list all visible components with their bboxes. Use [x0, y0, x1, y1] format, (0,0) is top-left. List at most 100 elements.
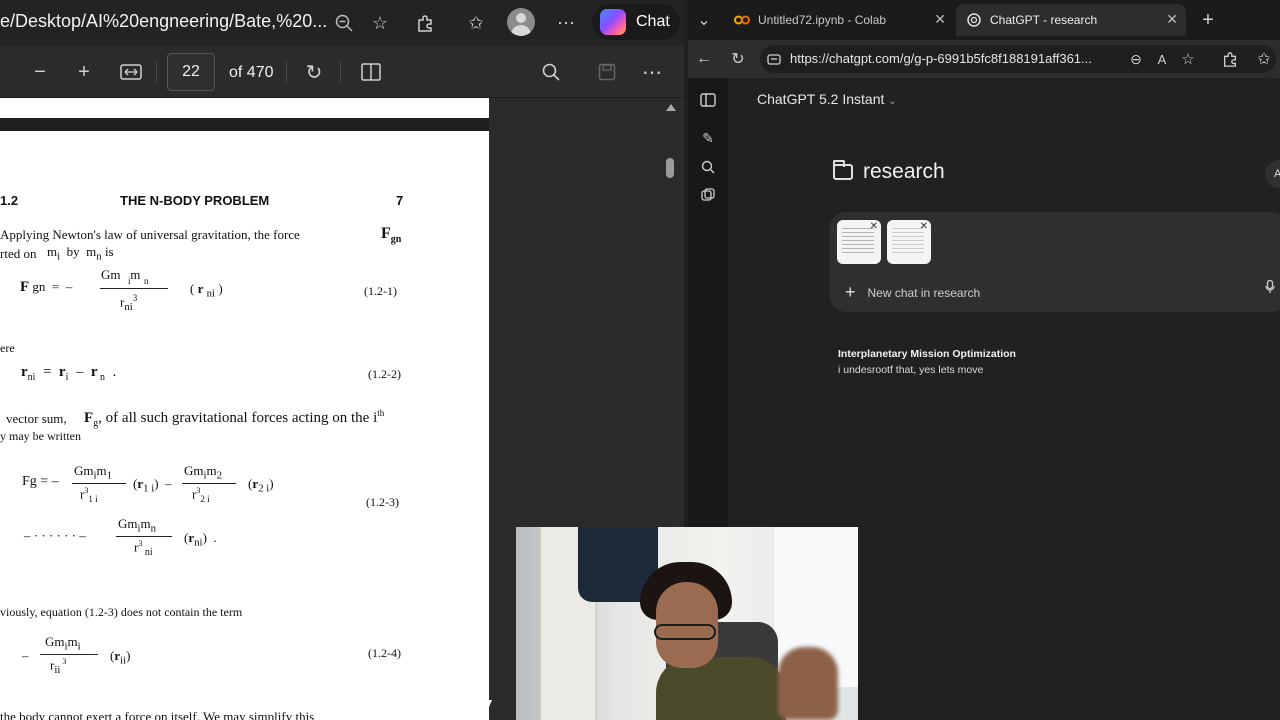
previous-page-bottom: [0, 98, 489, 118]
url-text[interactable]: https://chatgpt.com/g/g-p-6991b5fc8f1881…: [790, 51, 1092, 66]
math: Fg, of all such gravitational forces act…: [84, 408, 385, 429]
equation-label: (1.2-1): [364, 284, 397, 298]
math: i n: [128, 276, 149, 286]
tab-strip: ⌄ Untitled72.ipynb - Colab ✕ ChatGPT - r…: [688, 0, 1280, 40]
model-selector[interactable]: ChatGPT 5.2 Instant ⌄: [757, 91, 897, 107]
address-text[interactable]: e/Desktop/AI%20engneering/Bate,%20...: [0, 11, 327, 32]
project-composer[interactable]: ✕ ✕ + New chat in research: [829, 212, 1280, 312]
tab-chatgpt[interactable]: ChatGPT - research ✕: [956, 4, 1186, 36]
text-line: vector sum,: [6, 411, 67, 426]
math: r32 i: [192, 486, 210, 504]
navigation-bar: ← ↻ https://chatgpt.com/g/g-p-6991b5fc8f…: [688, 40, 1280, 78]
microphone-icon[interactable]: [1265, 279, 1275, 297]
reload-icon[interactable]: ↻: [728, 49, 748, 69]
math: – · · · · · · –: [24, 528, 86, 543]
scroll-up-arrow-icon[interactable]: [666, 104, 676, 111]
math: rii 3: [50, 657, 67, 676]
attachment-thumbnail[interactable]: ✕: [887, 220, 931, 264]
new-tab-icon[interactable]: +: [1198, 9, 1218, 31]
equation-1: F gn = –: [20, 279, 73, 295]
read-aloud-icon[interactable]: A: [1152, 49, 1172, 69]
math: Gmim1: [74, 463, 113, 482]
pdf-toolbar: − + 22 of 470 ↻ ⋯: [0, 46, 684, 98]
webcam-overlay: [516, 527, 858, 720]
colab-icon: [734, 12, 750, 28]
remove-attachment-icon[interactable]: ✕: [870, 221, 878, 232]
tab-list-chevron-icon[interactable]: ⌄: [694, 10, 714, 30]
page-number-input[interactable]: 22: [167, 53, 215, 91]
math: (r1 i) –: [133, 476, 172, 495]
copilot-chat-button[interactable]: Chat: [592, 4, 680, 40]
favorites-list-icon[interactable]: ✩: [462, 9, 490, 37]
math: mi by mn is: [47, 244, 114, 263]
page-view-icon[interactable]: [357, 58, 385, 86]
extensions-icon[interactable]: [411, 9, 439, 37]
profile-avatar[interactable]: [507, 8, 535, 36]
equation-label: (1.2-2): [368, 367, 401, 381]
equation-label: (1.2-4): [368, 646, 401, 660]
site-info-icon[interactable]: [764, 49, 784, 69]
search-icon[interactable]: [537, 58, 565, 86]
section-number: 1.2: [0, 193, 19, 208]
remove-attachment-icon[interactable]: ✕: [920, 221, 928, 232]
math: (r2 i): [248, 476, 274, 495]
library-icon[interactable]: [698, 185, 718, 205]
math: r3 ni: [134, 539, 153, 558]
running-head: THE N-BODY PROBLEM: [120, 193, 270, 208]
plus-icon[interactable]: +: [845, 282, 856, 303]
zoom-out-icon[interactable]: −: [26, 58, 54, 86]
zoom-icon[interactable]: [330, 9, 358, 37]
math: ( r ni ): [190, 281, 223, 300]
save-icon[interactable]: [593, 58, 621, 86]
equation-3: Fg = –: [22, 474, 59, 489]
fit-width-icon[interactable]: [117, 58, 145, 86]
favorite-star-icon[interactable]: ☆: [1178, 49, 1198, 69]
new-chat-input[interactable]: + New chat in research: [845, 282, 980, 303]
chatgpt-icon: [966, 12, 982, 28]
page-count: of 470: [229, 64, 274, 81]
share-button[interactable]: A: [1265, 160, 1280, 188]
address-bar: e/Desktop/AI%20engneering/Bate,%20... ☆ …: [0, 0, 684, 46]
search-icon[interactable]: [698, 157, 718, 177]
pdf-page: 1.2 THE N-BODY PROBLEM 7 Applying Newton…: [0, 131, 489, 720]
rotate-icon[interactable]: ↻: [300, 58, 328, 86]
folder-icon: [833, 160, 853, 180]
mouse-cursor: [486, 700, 492, 714]
favorites-list-icon[interactable]: ✩: [1254, 49, 1274, 69]
math: (rii): [110, 648, 131, 667]
project-title: research: [833, 160, 945, 184]
text-line: viously, equation (1.2-3) does not conta…: [0, 605, 243, 619]
text-line: the body cannot exert a force on itself.…: [0, 709, 315, 720]
math: (rni) .: [184, 530, 217, 549]
sidebar-toggle-icon[interactable]: [698, 90, 718, 110]
text-line: ere: [0, 341, 15, 355]
tab-label: Untitled72.ipynb - Colab: [758, 13, 887, 27]
page-number: 7: [396, 193, 404, 208]
zoom-icon[interactable]: ⊖: [1126, 49, 1146, 69]
scroll-thumb[interactable]: [666, 158, 674, 178]
tab-label: ChatGPT - research: [990, 13, 1098, 27]
copilot-icon: [600, 9, 626, 35]
extensions-icon[interactable]: [1220, 49, 1240, 69]
close-icon[interactable]: ✕: [1166, 11, 1178, 28]
equation-2: rni = ri – r n .: [21, 364, 117, 383]
close-icon[interactable]: ✕: [934, 11, 946, 28]
chat-item-preview[interactable]: i undesrootf that, yes lets move: [838, 364, 983, 376]
attachment-thumbnail[interactable]: ✕: [837, 220, 881, 264]
math: r31 i: [80, 486, 98, 504]
back-arrow-icon[interactable]: ←: [694, 49, 714, 69]
copilot-label: Chat: [636, 13, 670, 30]
equation-4: –: [22, 648, 29, 663]
new-chat-icon[interactable]: ✎: [698, 128, 718, 148]
tab-colab[interactable]: Untitled72.ipynb - Colab ✕: [724, 4, 954, 36]
math: rni3: [120, 293, 138, 313]
math: Gmim2: [184, 463, 223, 482]
chat-item-title[interactable]: Interplanetary Mission Optimization: [838, 348, 1016, 360]
url-bar[interactable]: https://chatgpt.com/g/g-p-6991b5fc8f1881…: [760, 45, 1276, 73]
more-menu-icon[interactable]: ⋯: [552, 9, 580, 37]
zoom-in-icon[interactable]: +: [70, 58, 98, 86]
equation-label: (1.2-3): [366, 495, 399, 509]
more-options-icon[interactable]: ⋯: [638, 58, 666, 86]
favorite-star-icon[interactable]: ☆: [366, 9, 394, 37]
math: Fgn: [381, 225, 402, 246]
